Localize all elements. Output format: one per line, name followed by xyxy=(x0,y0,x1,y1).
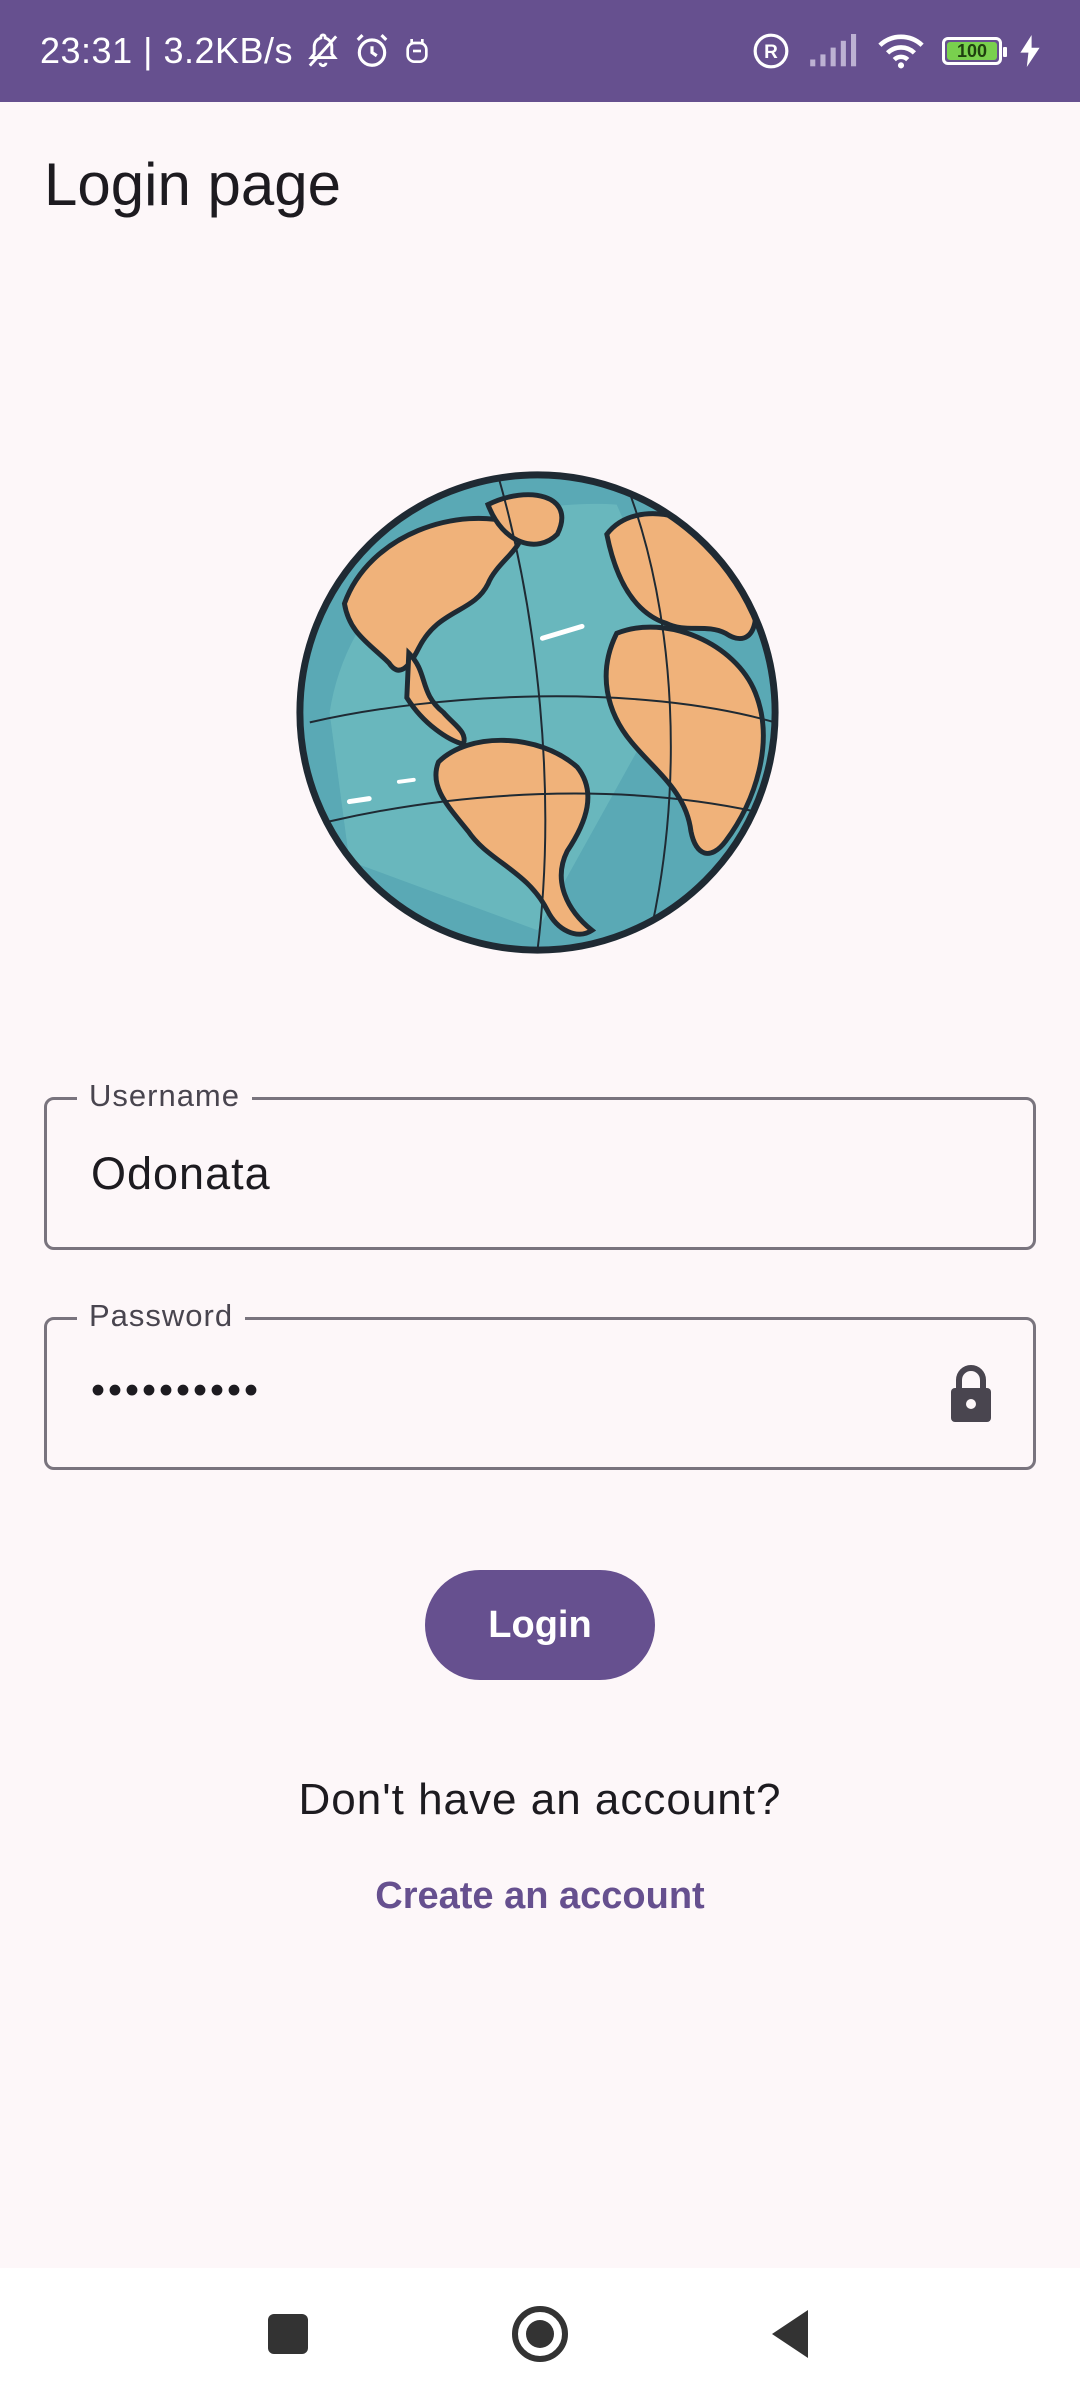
page-title: Login page xyxy=(44,151,341,218)
password-field[interactable]: Password •••••••••• xyxy=(44,1298,1036,1470)
status-bar-left: 23:31 | 3.2KB/s xyxy=(40,30,431,72)
username-field[interactable]: Username Odonata xyxy=(44,1078,1036,1250)
status-bar-right: R 100 xyxy=(752,32,1040,70)
notification-icon xyxy=(403,35,431,67)
charging-icon xyxy=(1020,35,1040,67)
back-icon[interactable] xyxy=(770,2308,810,2360)
globe-icon xyxy=(290,465,785,960)
lock-icon[interactable] xyxy=(947,1364,995,1424)
username-input[interactable]: Odonata xyxy=(91,1148,271,1200)
bell-off-icon xyxy=(305,32,341,70)
battery-level: 100 xyxy=(956,40,988,61)
username-label: Username xyxy=(77,1078,252,1114)
signal-icon xyxy=(808,34,860,68)
wifi-icon xyxy=(878,33,924,69)
alarm-icon xyxy=(353,32,391,70)
navigation-bar xyxy=(0,2268,1080,2400)
home-icon[interactable] xyxy=(511,2305,569,2363)
svg-text:R: R xyxy=(764,42,778,63)
battery-icon: 100 xyxy=(942,37,1007,65)
registered-icon: R xyxy=(752,32,790,70)
create-account-link[interactable]: Create an account xyxy=(0,1875,1080,1918)
password-label: Password xyxy=(77,1298,246,1334)
no-account-text: Don't have an account? xyxy=(298,1775,782,1824)
status-time-speed: 23:31 | 3.2KB/s xyxy=(40,30,294,71)
login-button[interactable]: Login xyxy=(425,1570,655,1680)
recents-icon[interactable] xyxy=(268,2314,308,2354)
status-bar: 23:31 | 3.2KB/s R 100 xyxy=(0,0,1080,102)
password-input[interactable]: •••••••••• xyxy=(91,1368,261,1413)
